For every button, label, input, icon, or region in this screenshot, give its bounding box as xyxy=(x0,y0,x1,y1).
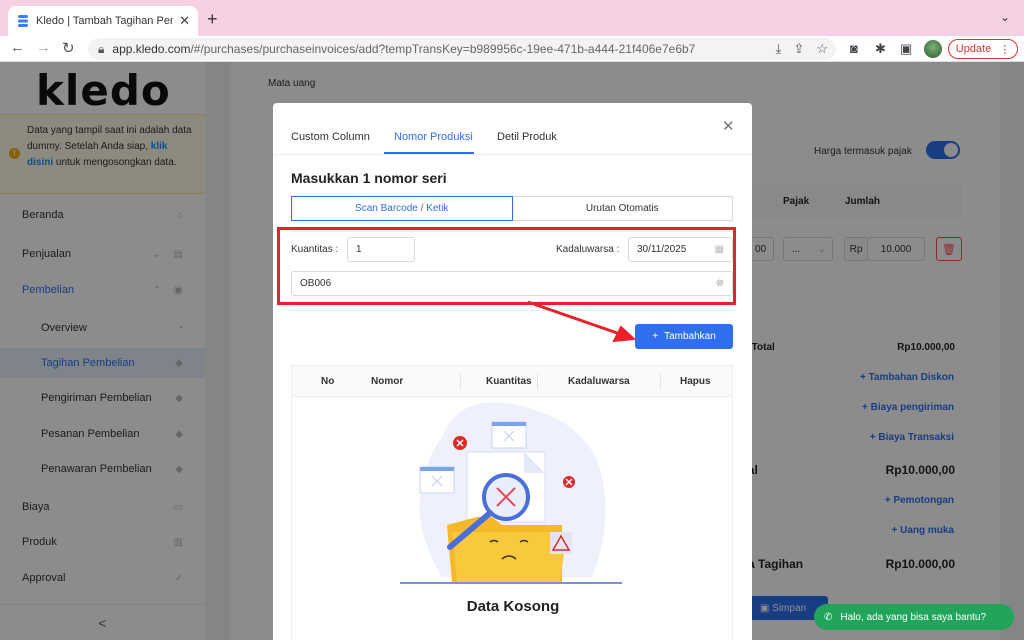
divider xyxy=(291,310,733,311)
active-tab-indicator xyxy=(384,152,474,154)
url-host: app.kledo.com xyxy=(112,42,191,56)
plus-icon: + xyxy=(652,331,659,342)
star-icon[interactable]: ☆ xyxy=(816,41,828,57)
chevron-down-icon[interactable]: ⌄ xyxy=(1000,10,1010,24)
lock-icon: 🔒︎ xyxy=(98,41,105,56)
update-button[interactable]: Update ⋮ xyxy=(948,39,1018,59)
annotation-highlight-box xyxy=(277,227,736,305)
profile-avatar[interactable] xyxy=(924,40,942,58)
modal-tabs: Custom Column Nomor Produksi Detil Produ… xyxy=(273,103,752,155)
extensions-icon[interactable]: ✱ xyxy=(875,41,886,57)
kledo-favicon-icon xyxy=(18,15,28,27)
input-mode-switch: Scan Barcode / Ketik Urutan Otomatis xyxy=(291,196,733,221)
empty-state-title: Data Kosong xyxy=(466,598,560,615)
add-label: Tambahkan xyxy=(664,331,716,342)
chat-label: Halo, ada yang bisa saya bantu? xyxy=(840,611,987,623)
mode-scan-button[interactable]: Scan Barcode / Ketik xyxy=(291,196,513,221)
url-bar[interactable]: 🔒︎ app.kledo.com /#/purchases/purchasein… xyxy=(88,38,836,60)
tab-detil-produk[interactable]: Detil Produk xyxy=(497,131,557,143)
column-kuantitas: Kuantitas xyxy=(486,376,532,387)
column-separator xyxy=(537,374,538,390)
tab-custom-column[interactable]: Custom Column xyxy=(291,131,370,143)
back-arrow-icon[interactable]: ← xyxy=(10,39,25,56)
forward-arrow-icon[interactable]: → xyxy=(36,39,51,56)
more-vert-icon: ⋮ xyxy=(999,43,1011,56)
install-icon[interactable]: ⤓ xyxy=(776,41,782,57)
empty-state-illustration xyxy=(400,402,622,584)
reload-icon[interactable]: ↻ xyxy=(62,39,75,57)
column-separator xyxy=(660,374,661,390)
browser-tabbar: Kledo | Tambah Tagihan Pembe ✕ + ⌄ xyxy=(0,0,1024,36)
close-tab-icon[interactable]: ✕ xyxy=(179,13,190,29)
mode-auto-button[interactable]: Urutan Otomatis xyxy=(512,196,733,221)
chat-support-button[interactable]: ✆ Halo, ada yang bisa saya bantu? xyxy=(814,604,1014,630)
column-separator xyxy=(460,374,461,390)
address-toolbar: ← → ↻ 🔒︎ app.kledo.com /#/purchases/purc… xyxy=(0,36,1024,62)
add-serial-button[interactable]: + Tambahkan xyxy=(635,324,733,349)
new-tab-icon[interactable]: + xyxy=(207,9,218,30)
modal-title: Masukkan 1 nomor seri xyxy=(291,170,447,186)
tab-title: Kledo | Tambah Tagihan Pembe xyxy=(36,15,173,27)
update-label: Update xyxy=(955,43,992,55)
whatsapp-icon: ✆ xyxy=(824,611,833,623)
column-nomor: Nomor xyxy=(371,376,404,387)
column-kadaluwarsa: Kadaluwarsa xyxy=(568,376,630,387)
browser-tab[interactable]: Kledo | Tambah Tagihan Pembe ✕ xyxy=(8,6,198,36)
serial-table-header: No Nomor Kuantitas Kadaluwarsa Hapus xyxy=(291,365,733,397)
serial-table-body: Data Kosong xyxy=(291,397,733,640)
column-no: No xyxy=(321,376,335,387)
serial-number-modal: Custom Column Nomor Produksi Detil Produ… xyxy=(273,103,752,640)
share-icon[interactable]: ⇪ xyxy=(793,41,804,57)
sidepanel-icon[interactable]: ▣ xyxy=(900,41,912,57)
column-hapus: Hapus xyxy=(680,376,711,387)
url-path: /#/purchases/purchaseinvoices/add?tempTr… xyxy=(190,42,696,56)
close-icon[interactable]: ✕ xyxy=(722,117,735,135)
tab-nomor-produksi[interactable]: Nomor Produksi xyxy=(394,131,473,143)
camera-icon[interactable]: ◙ xyxy=(850,41,858,56)
